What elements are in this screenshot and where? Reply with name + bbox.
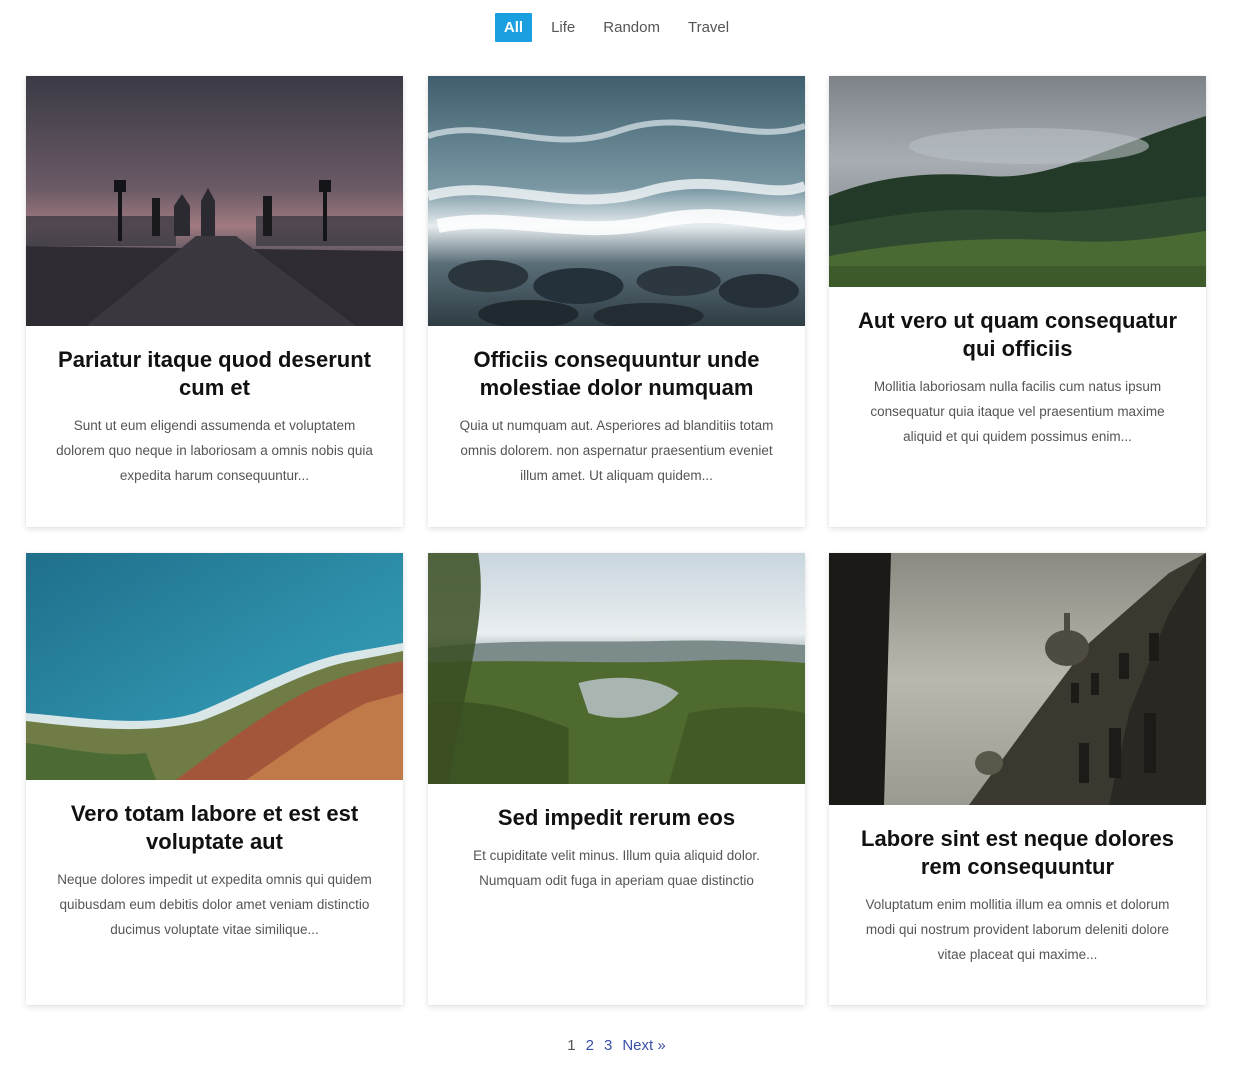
post-card[interactable]: Vero totam labore et est est voluptate a… bbox=[26, 553, 403, 1005]
page-1-current: 1 bbox=[567, 1037, 576, 1054]
post-excerpt: Voluptatum enim mollitia illum ea omnis … bbox=[865, 897, 1170, 962]
post-card[interactable]: Aut vero ut quam consequatur qui officii… bbox=[829, 76, 1206, 527]
post-excerpt: Mollitia laboriosam nulla facilis cum na… bbox=[870, 379, 1165, 444]
post-title[interactable]: Vero totam labore et est est voluptate a… bbox=[26, 800, 403, 856]
post-excerpt: Quia ut numquam aut. Asperiores ad bland… bbox=[459, 418, 774, 483]
next-page-link[interactable]: Next » bbox=[622, 1035, 665, 1057]
post-image[interactable] bbox=[829, 76, 1206, 287]
post-image[interactable] bbox=[26, 553, 403, 780]
post-image[interactable] bbox=[26, 76, 403, 326]
post-excerpt: Sunt ut eum eligendi assumenda et volupt… bbox=[56, 418, 373, 483]
page-3-link[interactable]: 3 bbox=[604, 1035, 612, 1057]
post-excerpt: Neque dolores impedit ut expedita omnis … bbox=[57, 872, 372, 937]
post-image[interactable] bbox=[829, 553, 1206, 805]
post-card[interactable]: Labore sint est neque dolores rem conseq… bbox=[829, 553, 1206, 1005]
post-title[interactable]: Labore sint est neque dolores rem conseq… bbox=[829, 825, 1206, 881]
post-title[interactable]: Pariatur itaque quod deserunt cum et bbox=[26, 346, 403, 402]
page-2-link[interactable]: 2 bbox=[586, 1035, 594, 1057]
post-image[interactable] bbox=[428, 76, 805, 326]
post-title[interactable]: Aut vero ut quam consequatur qui officii… bbox=[829, 307, 1206, 363]
post-card[interactable]: Sed impedit rerum eos Et cupiditate veli… bbox=[428, 553, 805, 1005]
filter-travel[interactable]: Travel bbox=[679, 13, 738, 42]
post-title[interactable]: Officiis consequuntur unde molestiae dol… bbox=[428, 346, 805, 402]
post-card[interactable]: Pariatur itaque quod deserunt cum et Sun… bbox=[26, 76, 403, 527]
filter-random[interactable]: Random bbox=[594, 13, 669, 42]
post-title[interactable]: Sed impedit rerum eos bbox=[428, 804, 805, 832]
post-excerpt: Et cupiditate velit minus. Illum quia al… bbox=[473, 848, 760, 888]
filter-all[interactable]: All bbox=[494, 13, 533, 42]
post-card[interactable]: Officiis consequuntur unde molestiae dol… bbox=[428, 76, 805, 527]
filter-life[interactable]: Life bbox=[542, 13, 584, 42]
pagination: 1 2 3 Next » bbox=[0, 1035, 1233, 1057]
post-image[interactable] bbox=[428, 553, 805, 784]
category-filter-bar: All Life Random Travel bbox=[0, 13, 1233, 42]
